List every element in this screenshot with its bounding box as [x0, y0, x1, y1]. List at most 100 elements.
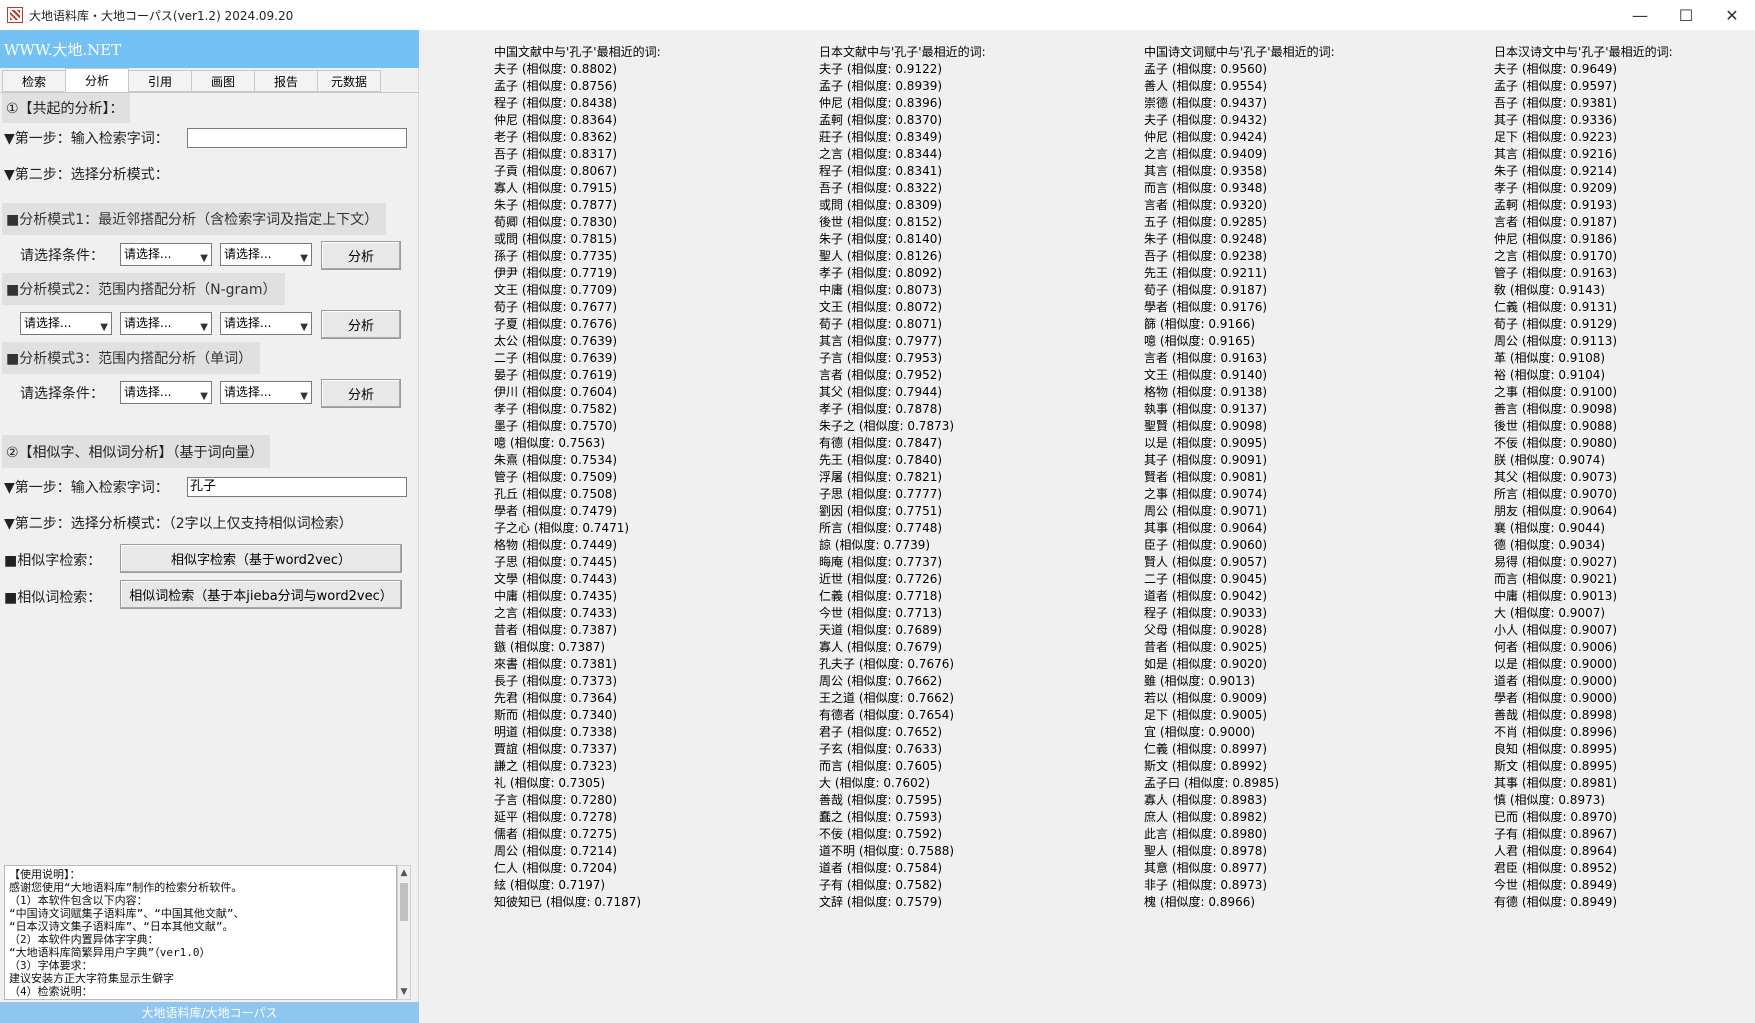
- result-entry: 其父 (相似度: 0.7944): [819, 385, 943, 399]
- result-entry: 荀卿 (相似度: 0.7830): [494, 215, 618, 229]
- result-entry: 絃 (相似度: 0.7197): [494, 878, 606, 892]
- result-entry: 孝子 (相似度: 0.8092): [819, 266, 943, 280]
- result-entry: 荀子 (相似度: 0.8071): [819, 317, 943, 331]
- usage-line: 感谢您使用“大地语料库”制作的检索分析软件。: [9, 881, 243, 894]
- result-entry: 天道 (相似度: 0.7689): [819, 623, 943, 637]
- result-entry: 蠢之 (相似度: 0.7593): [819, 810, 943, 824]
- result-entry: 孝子 (相似度: 0.9209): [1494, 181, 1618, 195]
- tab-citation[interactable]: 引用: [128, 70, 192, 92]
- result-entry: 晦庵 (相似度: 0.7737): [819, 555, 943, 569]
- scroll-thumb[interactable]: [400, 883, 408, 921]
- result-entry: 其事 (相似度: 0.8981): [1494, 776, 1618, 790]
- result-entry: 今世 (相似度: 0.8949): [1494, 878, 1618, 892]
- similar-word-search-button[interactable]: 相似词检索（基于本jieba分词与word2vec）: [120, 580, 402, 609]
- usage-instructions[interactable]: 【使用说明】： 感谢您使用“大地语料库”制作的检索分析软件。 （1）本软件包含以…: [4, 865, 397, 1000]
- result-entry: 足下 (相似度: 0.9005): [1144, 708, 1268, 722]
- tab-plot[interactable]: 画图: [191, 70, 255, 92]
- result-entry: 鏃 (相似度: 0.7387): [494, 640, 606, 654]
- result-entry: 噫 (相似度: 0.9165): [1144, 334, 1256, 348]
- result-entry: 仁人 (相似度: 0.7204): [494, 861, 618, 875]
- usage-scrollbar[interactable]: ▲ ▼: [397, 865, 411, 1000]
- result-entry: 道不明 (相似度: 0.7588): [819, 844, 955, 858]
- result-entry: 子夏 (相似度: 0.7676): [494, 317, 618, 331]
- tab-search[interactable]: 检索: [2, 70, 66, 92]
- tab-metadata[interactable]: 元数据: [317, 70, 381, 92]
- mode3-analyze-button[interactable]: 分析: [321, 379, 401, 408]
- result-entry: 人君 (相似度: 0.8964): [1494, 844, 1618, 858]
- result-entry: 足下 (相似度: 0.9223): [1494, 130, 1618, 144]
- mode3-select-1[interactable]: 请选择... ▼: [120, 381, 212, 404]
- mode3-select-2[interactable]: 请选择... ▼: [220, 381, 312, 404]
- result-entry: 學者 (相似度: 0.9000): [1494, 691, 1618, 705]
- result-entry: 荀子 (相似度: 0.9129): [1494, 317, 1618, 331]
- result-entry: 朱子 (相似度: 0.9214): [1494, 164, 1618, 178]
- result-entry: 道者 (相似度: 0.9042): [1144, 589, 1268, 603]
- result-entry: 夫子 (相似度: 0.8802): [494, 62, 618, 76]
- result-entry: 子玄 (相似度: 0.7633): [819, 742, 943, 756]
- result-entry: 先王 (相似度: 0.7840): [819, 453, 943, 467]
- mode2-select-3[interactable]: 请选择... ▼: [220, 312, 312, 335]
- result-entry: 中庸 (相似度: 0.9013): [1494, 589, 1618, 603]
- similar-char-search-button[interactable]: 相似字检索（基于word2vec）: [120, 544, 402, 573]
- result-entry: 有德 (相似度: 0.8949): [1494, 895, 1618, 909]
- result-entry: 以是 (相似度: 0.9000): [1494, 657, 1618, 671]
- similar-search-input[interactable]: 孔子: [187, 477, 407, 497]
- mode1-analyze-button[interactable]: 分析: [321, 241, 401, 270]
- result-entry: 此言 (相似度: 0.8980): [1144, 827, 1268, 841]
- control-panel: WWW.大地.NET 检索 分析 引用 画图 报告 元数据 ①【共起的分析】： …: [0, 30, 419, 1023]
- result-entry: 周公 (相似度: 0.9071): [1144, 504, 1268, 518]
- result-entry: 文王 (相似度: 0.8072): [819, 300, 943, 314]
- tab-report[interactable]: 报告: [254, 70, 318, 92]
- chevron-down-icon: ▼: [100, 322, 108, 333]
- mode2-select-1[interactable]: 请选择... ▼: [20, 312, 112, 335]
- result-entry: 之事 (相似度: 0.9100): [1494, 385, 1618, 399]
- result-entry: 已而 (相似度: 0.8970): [1494, 810, 1618, 824]
- tab-analysis[interactable]: 分析: [65, 68, 129, 92]
- result-entry: 道者 (相似度: 0.7584): [819, 861, 943, 875]
- result-entry: 昔者 (相似度: 0.9025): [1144, 640, 1268, 654]
- scroll-down-icon[interactable]: ▼: [398, 985, 410, 999]
- result-entry: 夫子 (相似度: 0.9649): [1494, 62, 1618, 76]
- result-entry: 其意 (相似度: 0.8977): [1144, 861, 1268, 875]
- result-entry: 革 (相似度: 0.9108): [1494, 351, 1606, 365]
- result-entry: 管子 (相似度: 0.9163): [1494, 266, 1618, 280]
- result-entry: 吾子 (相似度: 0.9238): [1144, 249, 1268, 263]
- result-entry: 今世 (相似度: 0.7713): [819, 606, 943, 620]
- minimize-button[interactable]: —: [1617, 0, 1663, 30]
- result-entry: 雖 (相似度: 0.9013): [1144, 674, 1256, 688]
- cooccur-search-input[interactable]: [187, 128, 407, 148]
- results-column-japan-literature: 日本文献中与'孔子'最相近的词: 夫子 (相似度: 0.9122) 孟子 (相似度…: [819, 44, 986, 911]
- status-bar: 大地语料库/大地コーパス: [0, 1002, 419, 1023]
- result-entry: 善人 (相似度: 0.9554): [1144, 79, 1268, 93]
- similar-step1-label: ▼第一步：输入检索字词：: [4, 480, 169, 496]
- mode2-select-2[interactable]: 请选择... ▼: [120, 312, 212, 335]
- chevron-down-icon: ▼: [300, 253, 308, 264]
- mode1-select-1[interactable]: 请选择... ▼: [120, 243, 212, 266]
- result-entry: 善哉 (相似度: 0.8998): [1494, 708, 1618, 722]
- result-entry: 聖人 (相似度: 0.8978): [1144, 844, 1268, 858]
- result-entry: 其言 (相似度: 0.9358): [1144, 164, 1268, 178]
- similar-step2-label: ▼第二步：选择分析模式：（2字以上仅支持相似词检索）: [4, 516, 353, 532]
- mode2-analyze-button[interactable]: 分析: [321, 310, 401, 339]
- result-entry: 孟子 (相似度: 0.9597): [1494, 79, 1618, 93]
- result-entry: 礼 (相似度: 0.7305): [494, 776, 606, 790]
- result-entry: 德 (相似度: 0.9034): [1494, 538, 1606, 552]
- result-entry: 槐 (相似度: 0.8966): [1144, 895, 1256, 909]
- result-entry: 小人 (相似度: 0.9007): [1494, 623, 1618, 637]
- maximize-button[interactable]: ☐: [1663, 0, 1709, 30]
- result-entry: 程子 (相似度: 0.9033): [1144, 606, 1268, 620]
- result-entry: 所言 (相似度: 0.7748): [819, 521, 943, 535]
- result-entry: 孟子曰 (相似度: 0.8985): [1144, 776, 1280, 790]
- result-entry: 聖賢 (相似度: 0.9098): [1144, 419, 1268, 433]
- scroll-up-icon[interactable]: ▲: [398, 866, 410, 880]
- mode1-condition-label: 请选择条件：: [20, 248, 104, 264]
- result-entry: 孟子 (相似度: 0.8939): [819, 79, 943, 93]
- result-entry: 延平 (相似度: 0.7278): [494, 810, 618, 824]
- result-entry: 莊子 (相似度: 0.8349): [819, 130, 943, 144]
- mode1-select-2[interactable]: 请选择... ▼: [220, 243, 312, 266]
- close-button[interactable]: ✕: [1709, 0, 1755, 30]
- result-entry: 周公 (相似度: 0.7662): [819, 674, 943, 688]
- result-entry: 其子 (相似度: 0.9091): [1144, 453, 1268, 467]
- result-entry: 若以 (相似度: 0.9009): [1144, 691, 1268, 705]
- select-value: 请选择...: [224, 316, 272, 330]
